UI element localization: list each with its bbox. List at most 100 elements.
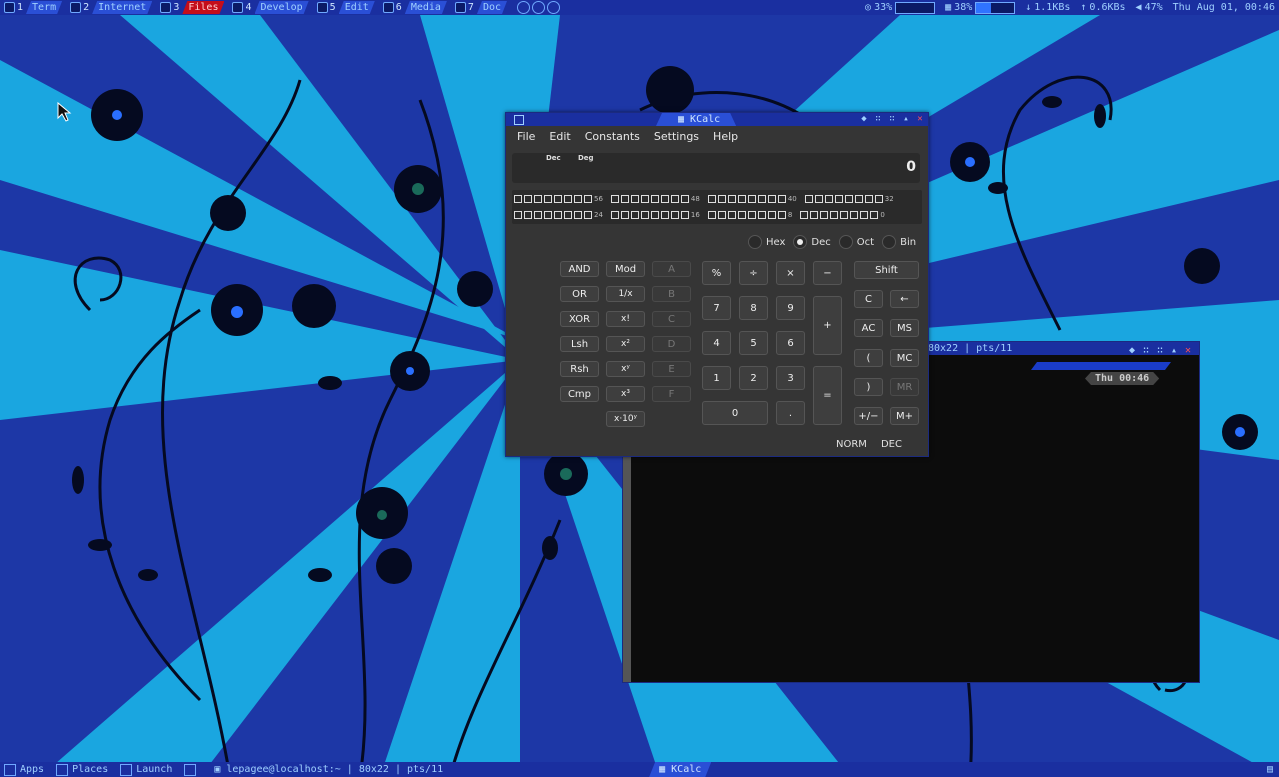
bit-toggle[interactable]	[584, 211, 592, 219]
memory-add-button[interactable]: M+	[890, 407, 919, 425]
bit-toggle[interactable]	[707, 211, 716, 219]
workspace-term[interactable]: 1 Term	[0, 0, 66, 15]
kcalc-titlebar[interactable]: ▦ KCalc ◆ ∷ ∷ ▴ ✕	[506, 113, 928, 126]
remove-workspace-icon[interactable]	[532, 1, 546, 14]
kcalc-window[interactable]: ▦ KCalc ◆ ∷ ∷ ▴ ✕ File Edit Constants Se…	[505, 112, 929, 457]
radio-oct[interactable]: Oct	[838, 235, 874, 249]
bit-toggle[interactable]	[660, 195, 669, 203]
digit-7-button[interactable]: 7	[702, 296, 731, 320]
close-paren-button[interactable]: )	[854, 378, 883, 396]
workspace-files[interactable]: 3 Files	[156, 0, 228, 15]
bit-toggle[interactable]	[854, 195, 863, 203]
bit-toggle[interactable]	[824, 195, 833, 203]
bit-toggle[interactable]	[554, 195, 562, 203]
bit-toggle[interactable]	[630, 195, 639, 203]
bit-toggle[interactable]	[747, 195, 756, 203]
bit-toggle[interactable]	[707, 195, 716, 203]
digit-3-button[interactable]: 3	[776, 366, 805, 390]
multiply-button[interactable]: ×	[776, 261, 805, 285]
bit-toggle[interactable]	[840, 211, 849, 219]
factorial-button[interactable]: x!	[606, 311, 645, 327]
workspace-internet[interactable]: 2 Internet	[66, 0, 156, 15]
bit-toggle[interactable]	[680, 195, 689, 203]
radio-button[interactable]	[793, 235, 808, 249]
bit-toggle[interactable]	[757, 195, 766, 203]
bit-toggle[interactable]	[670, 211, 679, 219]
radio-button[interactable]	[882, 235, 897, 249]
digit-8-button[interactable]: 8	[739, 296, 768, 320]
bit-toggle[interactable]	[554, 211, 562, 219]
places-menu[interactable]: Places	[52, 763, 116, 776]
bit-toggle[interactable]	[757, 211, 766, 219]
bit-toggle[interactable]	[564, 195, 572, 203]
sign-toggle-button[interactable]: +/−	[854, 407, 883, 425]
mod-button[interactable]: Mod	[606, 261, 645, 277]
bit-toggle[interactable]	[534, 211, 542, 219]
or-button[interactable]: OR	[560, 286, 599, 302]
workspace-edit[interactable]: 5 Edit	[313, 0, 379, 15]
bit-toggle[interactable]	[717, 211, 726, 219]
cpu-monitor[interactable]: ◎ 33%	[865, 1, 936, 14]
bit-toggle[interactable]	[814, 195, 823, 203]
bit-toggle[interactable]	[564, 211, 572, 219]
digit-4-button[interactable]: 4	[702, 331, 731, 355]
bit-toggle[interactable]	[820, 211, 829, 219]
maximize-icon[interactable]: ▴	[1171, 345, 1179, 356]
workspace-media[interactable]: 6 Media	[379, 0, 451, 15]
bit-toggle[interactable]	[640, 195, 649, 203]
shade-icon[interactable]: ∷	[888, 115, 896, 124]
equals-button[interactable]: =	[813, 366, 842, 425]
launch-menu[interactable]: Launch	[116, 763, 180, 776]
radio-button[interactable]	[838, 235, 853, 249]
bit-toggle[interactable]	[860, 211, 869, 219]
bit-toggle[interactable]	[777, 211, 786, 219]
menu-file[interactable]: File	[510, 130, 542, 143]
radio-dec[interactable]: Dec	[793, 235, 831, 249]
bit-toggle[interactable]	[737, 211, 746, 219]
bit-toggle[interactable]	[864, 195, 873, 203]
bit-toggle[interactable]	[777, 195, 786, 203]
bit-toggle[interactable]	[620, 211, 629, 219]
maximize-icon[interactable]: ▴	[902, 115, 910, 124]
bit-toggle[interactable]	[640, 211, 649, 219]
shift-button[interactable]: Shift	[854, 261, 919, 279]
bit-toggle[interactable]	[514, 195, 522, 203]
workspace-doc[interactable]: 7 Doc	[451, 0, 511, 15]
divide-button[interactable]: ÷	[739, 261, 768, 285]
radio-bin[interactable]: Bin	[882, 235, 916, 249]
exp-button[interactable]: x·10ʸ	[606, 411, 645, 427]
bit-toggle[interactable]	[544, 211, 552, 219]
memory-clear-button[interactable]: MC	[890, 349, 919, 367]
bit-toggle[interactable]	[544, 195, 552, 203]
bit-toggle[interactable]	[584, 195, 592, 203]
bit-toggle[interactable]	[717, 195, 726, 203]
digit-0-button[interactable]: 0	[702, 401, 768, 425]
all-clear-button[interactable]: AC	[854, 319, 883, 337]
pin-icon[interactable]: ◆	[1129, 345, 1137, 356]
bit-toggle[interactable]	[630, 211, 639, 219]
menu-constants[interactable]: Constants	[578, 130, 647, 143]
bit-toggle[interactable]	[874, 195, 883, 203]
bit-toggle[interactable]	[727, 195, 736, 203]
bit-toggle[interactable]	[727, 211, 736, 219]
decimal-button[interactable]: .	[776, 401, 805, 425]
keyboard-icon[interactable]: ▤	[1267, 764, 1273, 775]
workspace-develop[interactable]: 4 Develop	[228, 0, 312, 15]
bit-toggle[interactable]	[514, 211, 522, 219]
bit-toggle[interactable]	[737, 195, 746, 203]
power-button[interactable]: xʸ	[606, 361, 645, 377]
percent-button[interactable]: %	[702, 261, 731, 285]
menu-edit[interactable]: Edit	[542, 130, 577, 143]
plus-button[interactable]: +	[813, 296, 842, 355]
radio-hex[interactable]: Hex	[748, 235, 785, 249]
backspace-button[interactable]: ←	[890, 290, 919, 308]
cmp-button[interactable]: Cmp	[560, 386, 599, 402]
digit-9-button[interactable]: 9	[776, 296, 805, 320]
bit-toggle[interactable]	[574, 211, 582, 219]
task-terminal[interactable]: ▣ lepagee@localhost:~ | 80x22 | pts/11	[204, 762, 453, 777]
task-kcalc[interactable]: ▦ KCalc	[649, 762, 711, 777]
sticky-icon[interactable]: ∷	[1143, 345, 1151, 356]
close-icon[interactable]: ✕	[1185, 345, 1193, 356]
bit-toggle[interactable]	[804, 195, 813, 203]
volume-control[interactable]: ◀ 47%	[1136, 2, 1163, 13]
